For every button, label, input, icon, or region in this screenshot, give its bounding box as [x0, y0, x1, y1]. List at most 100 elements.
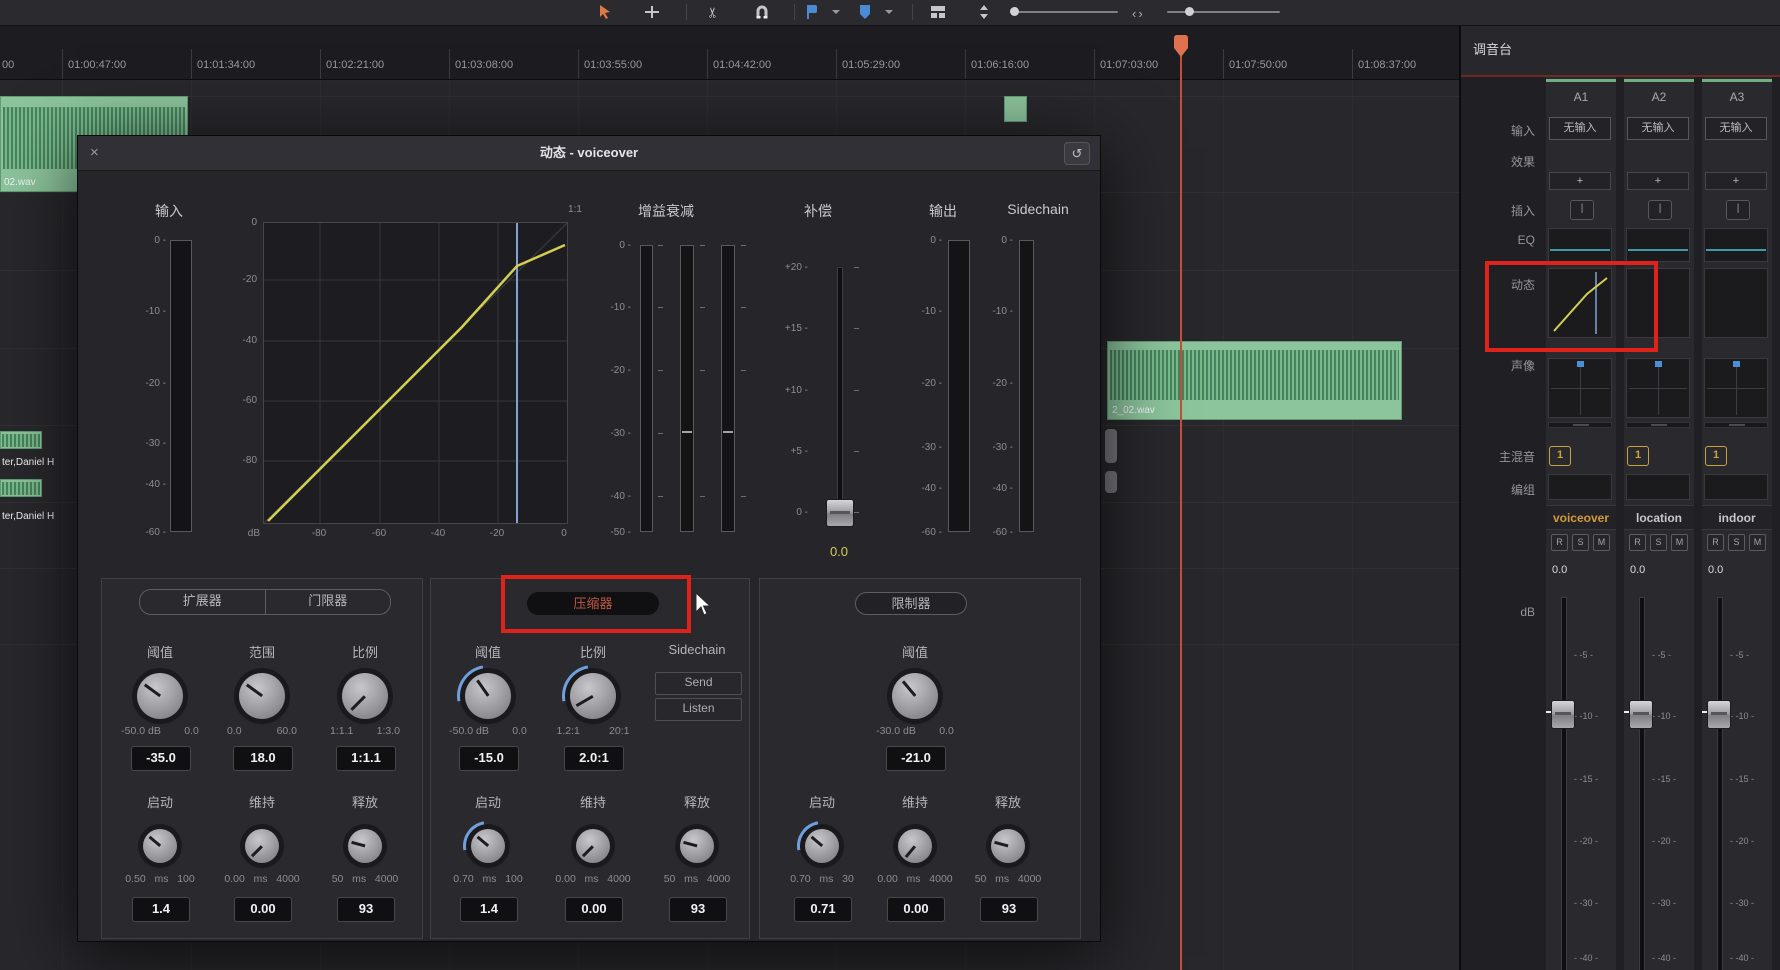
makeup-fader-handle[interactable] — [826, 499, 854, 527]
volume-fader-handle[interactable] — [1551, 700, 1575, 729]
record-arm-button[interactable]: R — [1629, 534, 1646, 551]
expander-release-knob[interactable] — [348, 829, 382, 863]
expander-range-knob[interactable] — [239, 673, 285, 719]
expander-attack-knob[interactable] — [143, 829, 177, 863]
bus-assign-button[interactable]: 1 — [1549, 446, 1571, 466]
add-effect-button[interactable]: + — [1627, 172, 1689, 190]
volume-fader-track[interactable] — [1717, 597, 1723, 970]
razor-icon[interactable] — [707, 4, 719, 22]
limiter-hold-knob[interactable] — [898, 829, 932, 863]
track-height-icon[interactable] — [977, 4, 991, 20]
marker-icon[interactable] — [858, 4, 872, 20]
compressor-release-knob[interactable] — [680, 829, 714, 863]
insert-button[interactable] — [1570, 200, 1594, 220]
playhead-line[interactable] — [1180, 56, 1182, 970]
pan-cell[interactable] — [1704, 358, 1768, 418]
mute-button[interactable]: M — [1593, 534, 1610, 551]
trim-edit-icon[interactable] — [645, 5, 659, 19]
tab-gate[interactable]: 门限器 — [266, 590, 391, 614]
makeup-fader-track[interactable] — [837, 267, 843, 521]
compressor-threshold-knob[interactable] — [465, 673, 511, 719]
selection-cursor-icon[interactable] — [598, 4, 613, 21]
compressor-hold-knob[interactable] — [576, 829, 610, 863]
limiter-threshold-knob[interactable] — [892, 673, 938, 719]
compressor-ratio-knob[interactable] — [570, 673, 616, 719]
volume-fader-handle[interactable] — [1707, 700, 1731, 729]
input-select[interactable]: 无输入 — [1549, 117, 1611, 140]
pan-cell[interactable] — [1626, 358, 1690, 418]
scroll-slider-handle[interactable] — [1185, 7, 1194, 16]
group-cell[interactable] — [1548, 474, 1612, 500]
scroll-slider-track[interactable] — [1167, 11, 1280, 13]
add-effect-button[interactable]: + — [1705, 172, 1767, 190]
solo-button[interactable]: S — [1728, 534, 1745, 551]
group-cell[interactable] — [1704, 474, 1768, 500]
eq-cell[interactable] — [1626, 228, 1690, 262]
compressor-ratio-value[interactable]: 2.0:1 — [564, 746, 624, 771]
audio-clip[interactable] — [0, 431, 42, 449]
zoom-slider-handle[interactable] — [1010, 7, 1019, 16]
limiter-release-knob[interactable] — [991, 829, 1025, 863]
flag-icon[interactable] — [805, 4, 819, 20]
expander-hold-value[interactable]: 0.00 — [234, 897, 292, 922]
volume-fader-handle[interactable] — [1629, 700, 1653, 729]
pan-cell[interactable] — [1548, 358, 1612, 418]
reset-icon[interactable]: ↺ — [1064, 142, 1090, 165]
expander-ratio-value[interactable]: 1:1.1 — [336, 746, 396, 771]
volume-fader-track[interactable] — [1639, 597, 1645, 970]
compressor-attack-value[interactable]: 1.4 — [460, 897, 518, 922]
mute-button[interactable]: M — [1749, 534, 1766, 551]
marker-dropdown-icon[interactable] — [885, 10, 893, 14]
group-cell[interactable] — [1626, 474, 1690, 500]
horizontal-zoom-icon[interactable] — [1132, 5, 1145, 23]
eq-cell[interactable] — [1548, 228, 1612, 262]
timeline-view-options-icon[interactable] — [930, 5, 947, 19]
sidechain-send-button[interactable]: Send — [655, 672, 742, 695]
solo-button[interactable]: S — [1650, 534, 1667, 551]
limiter-hold-value[interactable]: 0.00 — [887, 897, 945, 922]
expander-hold-knob[interactable] — [245, 829, 279, 863]
solo-button[interactable]: S — [1572, 534, 1589, 551]
compressor-release-value[interactable]: 93 — [669, 897, 727, 922]
limiter-attack-value[interactable]: 0.71 — [794, 897, 852, 922]
limiter-button[interactable]: 限制器 — [855, 592, 967, 615]
limiter-release-value[interactable]: 93 — [980, 897, 1038, 922]
track-name[interactable]: indoor — [1702, 505, 1772, 530]
close-icon[interactable]: × — [90, 136, 99, 170]
limiter-threshold-value[interactable]: -21.0 — [886, 746, 946, 771]
record-arm-button[interactable]: R — [1707, 534, 1724, 551]
insert-button[interactable] — [1726, 200, 1750, 220]
expander-threshold-knob[interactable] — [137, 673, 183, 719]
pan-strip[interactable] — [1704, 422, 1768, 428]
dialog-titlebar[interactable]: × 动态 - voiceover ↺ — [78, 136, 1100, 171]
pan-strip[interactable] — [1548, 422, 1612, 428]
pan-strip[interactable] — [1626, 422, 1690, 428]
expander-ratio-knob[interactable] — [342, 673, 388, 719]
expander-threshold-value[interactable]: -35.0 — [131, 746, 191, 771]
dynamics-cell[interactable] — [1704, 268, 1768, 338]
volume-fader-track[interactable] — [1561, 597, 1567, 970]
compressor-hold-value[interactable]: 0.00 — [565, 897, 623, 922]
bus-assign-button[interactable]: 1 — [1705, 446, 1727, 466]
bus-assign-button[interactable]: 1 — [1627, 446, 1649, 466]
expander-release-value[interactable]: 93 — [337, 897, 395, 922]
audio-clip[interactable] — [0, 479, 42, 497]
track-name[interactable]: location — [1624, 505, 1694, 530]
input-select[interactable]: 无输入 — [1627, 117, 1689, 140]
zoom-slider-track[interactable] — [1010, 11, 1118, 13]
record-arm-button[interactable]: R — [1551, 534, 1568, 551]
insert-button[interactable] — [1648, 200, 1672, 220]
eq-cell[interactable] — [1704, 228, 1768, 262]
playhead-pin[interactable] — [1170, 34, 1192, 62]
timeline-ruler[interactable]: 00 01:00:47:00 01:01:34:00 01:02:21:00 0… — [0, 25, 1459, 80]
mute-button[interactable]: M — [1671, 534, 1688, 551]
tab-expander[interactable]: 扩展器 — [140, 590, 265, 614]
audio-clip[interactable] — [1004, 96, 1027, 122]
input-select[interactable]: 无输入 — [1705, 117, 1767, 140]
flag-dropdown-icon[interactable] — [832, 10, 840, 14]
track-name[interactable]: voiceover — [1546, 505, 1616, 530]
audio-clip[interactable]: 2_02.wav — [1107, 341, 1402, 420]
transfer-curve-graph[interactable] — [263, 222, 568, 524]
limiter-attack-knob[interactable] — [805, 829, 839, 863]
add-effect-button[interactable]: + — [1549, 172, 1611, 190]
